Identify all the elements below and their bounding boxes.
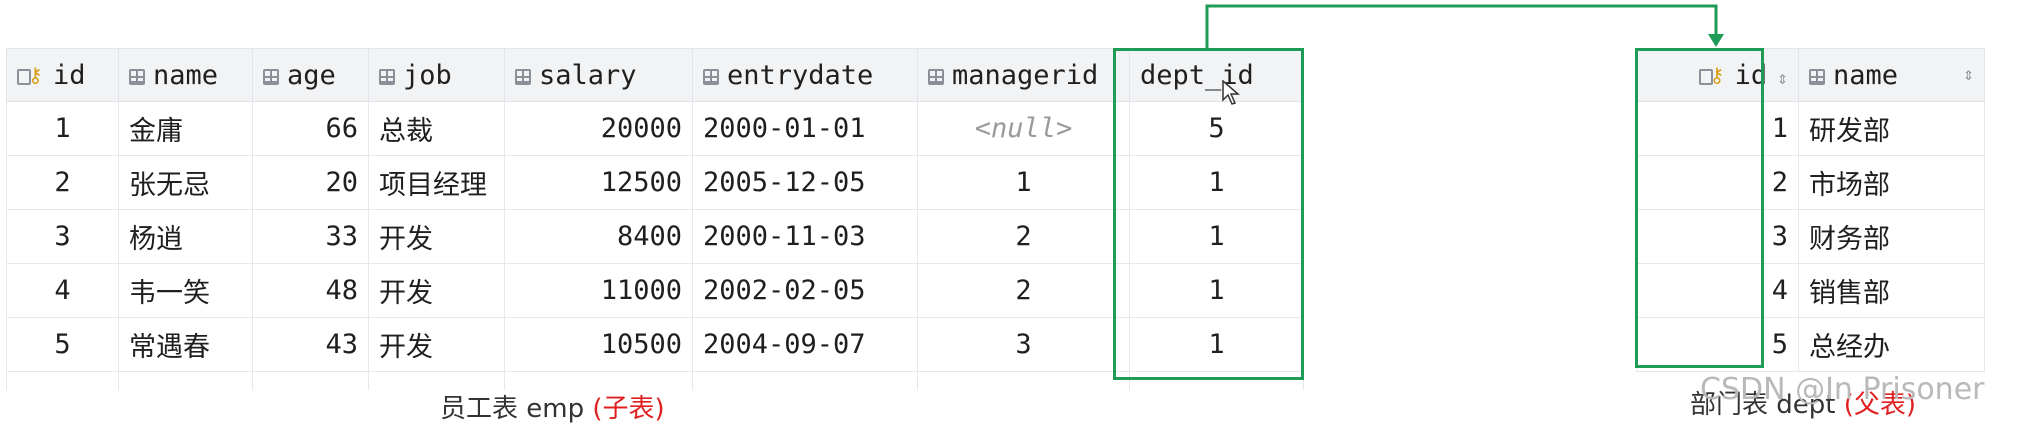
child-table-tag: (子表) xyxy=(592,394,665,424)
watermark: CSDN @In Prisoner xyxy=(1700,372,1985,407)
foreign-key-connector-arrow xyxy=(1205,4,1724,48)
mouse-cursor-icon xyxy=(1222,80,1241,105)
emp-caption: 员工表 emp (子表) xyxy=(440,394,665,424)
